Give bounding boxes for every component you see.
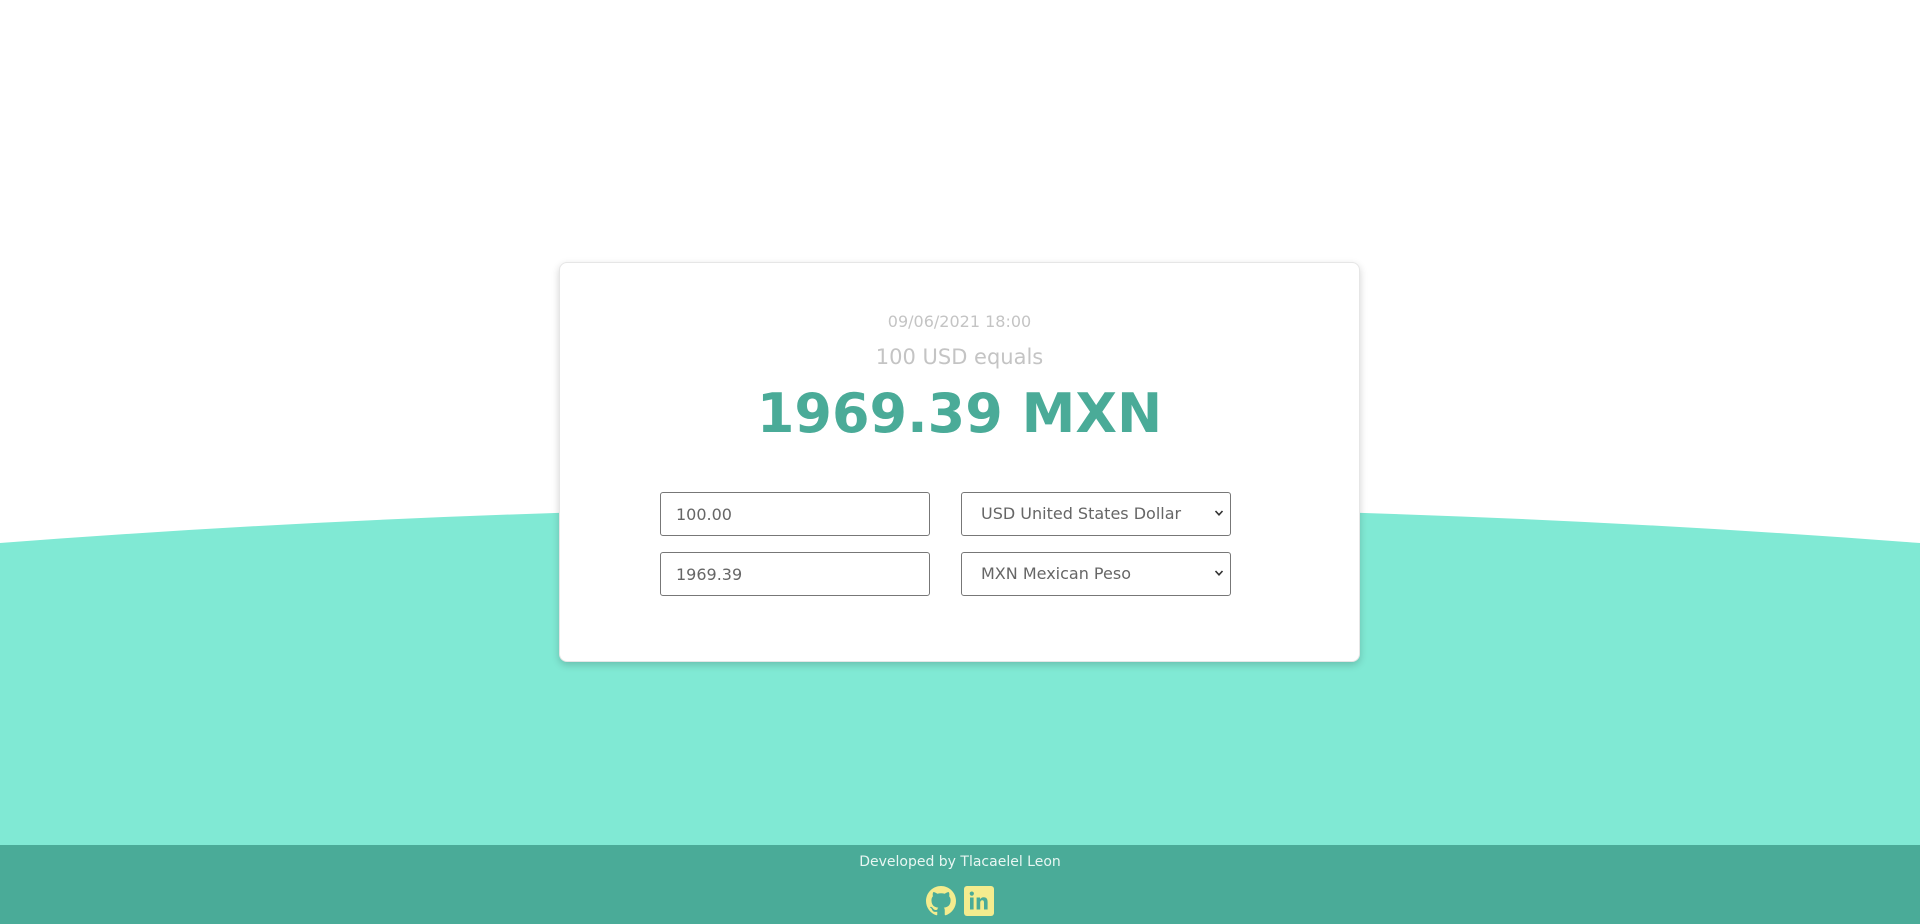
page: 09/06/2021 18:00 100 USD equals 1969.39 … <box>0 0 1920 924</box>
chevron-down-icon <box>1214 510 1224 516</box>
footer: Developed by Tlacaelel Leon <box>0 845 1920 924</box>
footer-credit: Developed by Tlacaelel Leon <box>859 854 1061 870</box>
to-currency-value: MXN Mexican Peso <box>981 564 1131 583</box>
to-amount-input[interactable] <box>660 552 930 596</box>
github-icon <box>926 886 956 916</box>
from-currency-value: USD United States Dollar <box>981 504 1182 523</box>
chevron-down-icon <box>1214 570 1224 576</box>
converter-card: 09/06/2021 18:00 100 USD equals 1969.39 … <box>559 262 1360 662</box>
linkedin-link[interactable] <box>964 886 994 916</box>
from-amount-input[interactable] <box>660 492 930 536</box>
rate-timestamp: 09/06/2021 18:00 <box>887 312 1032 331</box>
github-link[interactable] <box>926 886 956 916</box>
from-currency-select[interactable]: USD United States Dollar <box>961 492 1231 536</box>
linkedin-icon <box>964 886 994 916</box>
to-currency-select[interactable]: MXN Mexican Peso <box>961 552 1231 596</box>
conversion-result: 1969.39 MXN <box>756 382 1163 445</box>
social-links <box>0 886 1920 916</box>
equals-label: 100 USD equals <box>875 345 1044 369</box>
